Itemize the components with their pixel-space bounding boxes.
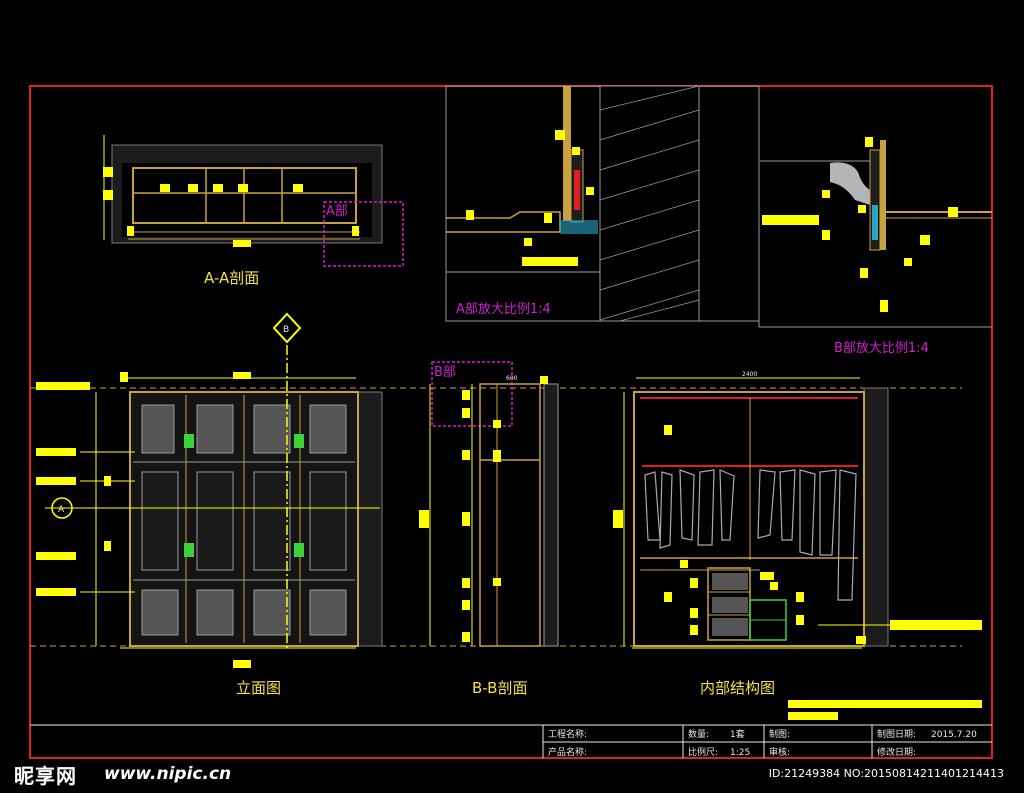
label-detail-a: A部放大比例1:4 (456, 302, 551, 317)
marker-a: A (58, 505, 65, 515)
product-name-label: 产品名称: (548, 746, 587, 758)
label-section-aa: A-A剖面 (204, 269, 259, 287)
drawn-by-label: 制图: (769, 728, 790, 740)
watermark-image-id: ID:21249384 NO:20150814211401214413 (768, 767, 1004, 780)
elevation-view: B A 立面图 (36, 312, 383, 697)
scale-label: 比例尺: (688, 746, 718, 758)
quantity-value: 1套 (730, 728, 745, 740)
reviewed-by-label: 审核: (769, 746, 790, 758)
label-section-bb: B-B剖面 (472, 679, 527, 697)
cad-drawing-canvas: A部 A-A剖面 A部放大比例1:4 B部放大比例1:4 B A 立面图 B部 … (29, 85, 993, 759)
project-name-label: 工程名称: (548, 728, 587, 740)
section-aa-view: A部 A-A剖面 (103, 135, 404, 287)
section-bb-view: B部 600 B-B剖面 (419, 361, 559, 697)
scale-value: 1:25 (730, 748, 750, 758)
draw-date-label: 制图日期: (877, 728, 916, 740)
draw-date-value: 2015.7.20 (931, 730, 977, 740)
label-elevation: 立面图 (236, 679, 281, 697)
label-interior: 内部结构图 (700, 679, 775, 697)
dim-width-interior: 2400 (742, 371, 757, 378)
note-bar-2 (788, 712, 838, 720)
detail-b-view: B部放大比例1:4 (758, 86, 992, 356)
dim-depth-top: 600 (506, 375, 518, 382)
watermark-site-url: www.nipic.cn (104, 764, 232, 784)
note-bar-1 (788, 700, 982, 708)
callout-a-part: A部 (326, 204, 348, 219)
quantity-label: 数量: (688, 728, 709, 740)
label-detail-b: B部放大比例1:4 (834, 341, 929, 356)
interior-view: 2400 内部结构图 (613, 371, 982, 697)
revise-date-label: 修改日期: (877, 746, 916, 758)
callout-b-part: B部 (434, 365, 456, 380)
title-block: 工程名称: 产品名称: 数量: 1套 比例尺: 1:25 制图: 审核: 制图日… (30, 724, 992, 758)
detail-a-view: A部放大比例1:4 (445, 85, 760, 322)
watermark-site-name: 昵享网 (14, 764, 77, 788)
marker-b: B (283, 325, 289, 335)
